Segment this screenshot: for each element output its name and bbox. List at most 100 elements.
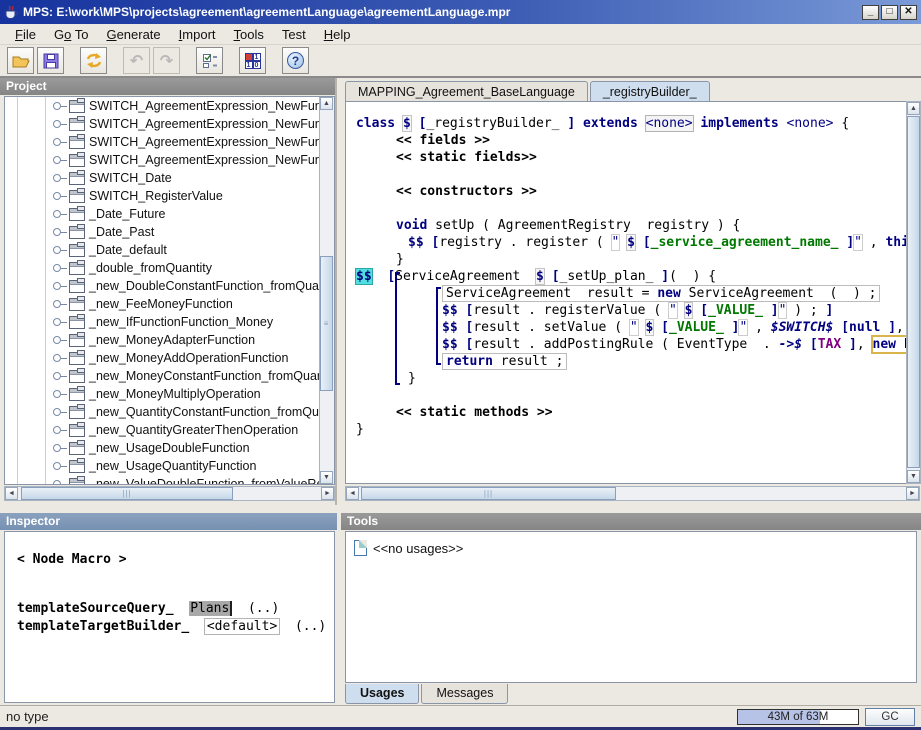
usages-view[interactable]: <<no usages>> (345, 531, 917, 683)
code-line[interactable]: $$ [result . registerValue ( " $ [_VALUE… (352, 302, 904, 319)
scroll-up-arrow[interactable]: ▲ (320, 97, 333, 110)
scrollbar-thumb[interactable]: ||| (361, 487, 616, 500)
scroll-right-arrow[interactable]: ► (906, 487, 919, 500)
close-button[interactable]: ✕ (900, 5, 917, 20)
code-line[interactable]: $$ [ServiceAgreement $ [_setUp_plan_ ]( … (352, 268, 904, 285)
expand-handle-icon[interactable] (53, 156, 61, 164)
code-line[interactable]: return result ; (352, 353, 904, 370)
tree-item[interactable]: _new_MoneyMultiplyOperation (5, 385, 319, 403)
code-line[interactable]: << static fields>> (352, 149, 904, 166)
code-line[interactable]: } (352, 421, 904, 438)
inspector-row[interactable]: templateTargetBuilder_ <default> (..) (17, 619, 334, 636)
tree-item[interactable]: SWITCH_RegisterValue (5, 187, 319, 205)
maximize-button[interactable]: □ (881, 5, 898, 20)
expand-handle-icon[interactable] (53, 228, 61, 236)
inspector-value-cell[interactable]: Plans (189, 601, 232, 616)
menu-help[interactable]: Help (315, 25, 360, 44)
tree-item[interactable]: _new_UsageDoubleFunction (5, 439, 319, 457)
expand-handle-icon[interactable] (53, 426, 61, 434)
editor-vertical-scrollbar[interactable]: ▲ ▼ (906, 101, 921, 484)
expand-handle-icon[interactable] (53, 372, 61, 380)
editor-content[interactable]: class $ [_registryBuilder_ ] extends <no… (345, 101, 920, 484)
tree-item[interactable]: _new_IfFunctionFunction_Money (5, 313, 319, 331)
tree-item[interactable]: SWITCH_AgreementExpression_NewFunc (5, 133, 319, 151)
code-line[interactable]: $$ [result . setValue ( " $ [_VALUE_ ]" … (352, 319, 904, 336)
memory-indicator[interactable]: 43M of 63M (737, 709, 859, 725)
expand-handle-icon[interactable] (53, 408, 61, 416)
code-line[interactable]: } (352, 370, 904, 387)
selected-cell[interactable]: ServiceAgreement result = new ServiceAgr… (442, 285, 880, 302)
code-line[interactable] (352, 200, 904, 217)
sync-button[interactable] (80, 47, 107, 74)
expand-handle-icon[interactable] (53, 264, 61, 272)
expand-handle-icon[interactable] (53, 246, 61, 254)
expand-handle-icon[interactable] (53, 192, 61, 200)
expand-handle-icon[interactable] (53, 444, 61, 452)
tree-item[interactable]: _double_fromQuantity (5, 259, 319, 277)
tab-usages[interactable]: Usages (345, 684, 419, 704)
tree-item[interactable]: _Date_Past (5, 223, 319, 241)
editor-horizontal-scrollbar[interactable]: ◄ ||| ► (345, 486, 920, 501)
help-button[interactable]: ? (282, 47, 309, 74)
scrollbar-thumb[interactable] (907, 116, 920, 468)
menu-tools[interactable]: Tools (225, 25, 273, 44)
inspector-content[interactable]: < Node Macro > templateSourceQuery_ Plan… (4, 531, 335, 703)
scroll-left-arrow[interactable]: ◄ (5, 487, 18, 500)
code-line[interactable]: << static methods >> (352, 404, 904, 421)
tree-item[interactable]: _new_UsageQuantityFunction (5, 457, 319, 475)
code-line[interactable]: << constructors >> (352, 183, 904, 200)
expand-handle-icon[interactable] (53, 462, 61, 470)
tree-item[interactable]: _new_QuantityGreaterThenOperation (5, 421, 319, 439)
scroll-up-arrow[interactable]: ▲ (907, 102, 920, 115)
tree-item[interactable]: _Date_Future (5, 205, 319, 223)
tree-item[interactable]: SWITCH_AgreementExpression_NewFunc (5, 151, 319, 169)
code-line[interactable]: ServiceAgreement result = new ServiceAgr… (352, 285, 904, 302)
expand-handle-icon[interactable] (53, 120, 61, 128)
editor-tab-_registrybuilder_[interactable]: _registryBuilder_ (590, 81, 710, 102)
scroll-right-arrow[interactable]: ► (321, 487, 334, 500)
code-line[interactable] (352, 166, 904, 183)
tree-item[interactable]: SWITCH_Date (5, 169, 319, 187)
tree-item[interactable]: _Date_default (5, 241, 319, 259)
project-vertical-scrollbar[interactable]: ▲ ≡ ▼ (319, 97, 334, 484)
expand-handle-icon[interactable] (53, 390, 61, 398)
code-line[interactable]: class $ [_registryBuilder_ ] extends <no… (352, 115, 904, 132)
selected-cell[interactable]: return result ; (442, 353, 567, 370)
code-line[interactable]: void setUp ( AgreementRegistry registry … (352, 217, 904, 234)
code-line[interactable] (352, 387, 904, 404)
menu-go-to[interactable]: Go To (45, 25, 97, 44)
code-editor[interactable]: class $ [_registryBuilder_ ] extends <no… (352, 102, 904, 483)
menu-file[interactable]: File (6, 25, 45, 44)
scroll-down-arrow[interactable]: ▼ (907, 470, 920, 483)
scroll-left-arrow[interactable]: ◄ (346, 487, 359, 500)
expand-handle-icon[interactable] (53, 318, 61, 326)
tree-item[interactable]: _new_QuantityConstantFunction_fromQu (5, 403, 319, 421)
code-line[interactable]: $$ [result . addPostingRule ( EventType … (352, 336, 904, 353)
expand-handle-icon[interactable] (53, 480, 61, 484)
minimize-button[interactable]: _ (862, 5, 879, 20)
code-line[interactable]: $$ [registry . register ( " $ [_service_… (352, 234, 904, 251)
horizontal-splitter[interactable] (0, 505, 921, 513)
tree-item[interactable]: _new_FeeMoneyFunction (5, 295, 319, 313)
menu-import[interactable]: Import (170, 25, 225, 44)
code-line[interactable]: } (352, 251, 904, 268)
code-line[interactable]: << fields >> (352, 132, 904, 149)
menu-test[interactable]: Test (273, 25, 315, 44)
binary-grid-button[interactable]: 110 (239, 47, 266, 74)
scrollbar-thumb[interactable]: ≡ (320, 256, 333, 391)
inspector-row[interactable]: templateSourceQuery_ Plans (..) (17, 601, 334, 618)
expand-handle-icon[interactable] (53, 354, 61, 362)
tree-item[interactable]: _new_DoubleConstantFunction_fromQuan (5, 277, 319, 295)
generation-settings-button[interactable] (196, 47, 223, 74)
tree-item[interactable]: _new_MoneyConstantFunction_fromQuan (5, 367, 319, 385)
open-folder-button[interactable] (7, 47, 34, 74)
tree-item[interactable]: _new_MoneyAddOperationFunction (5, 349, 319, 367)
expand-handle-icon[interactable] (53, 282, 61, 290)
tree-item[interactable]: SWITCH_AgreementExpression_NewFunc (5, 97, 319, 115)
tree-item[interactable]: _new_MoneyAdapterFunction (5, 331, 319, 349)
expand-handle-icon[interactable] (53, 102, 61, 110)
gc-button[interactable]: GC (865, 708, 915, 726)
editor-tab-mapping_agreement_baselanguage[interactable]: MAPPING_Agreement_BaseLanguage (345, 81, 588, 101)
tree-item[interactable]: _new_ValueDoubleFunction_fromValueRe (5, 475, 319, 484)
save-button[interactable] (37, 47, 64, 74)
